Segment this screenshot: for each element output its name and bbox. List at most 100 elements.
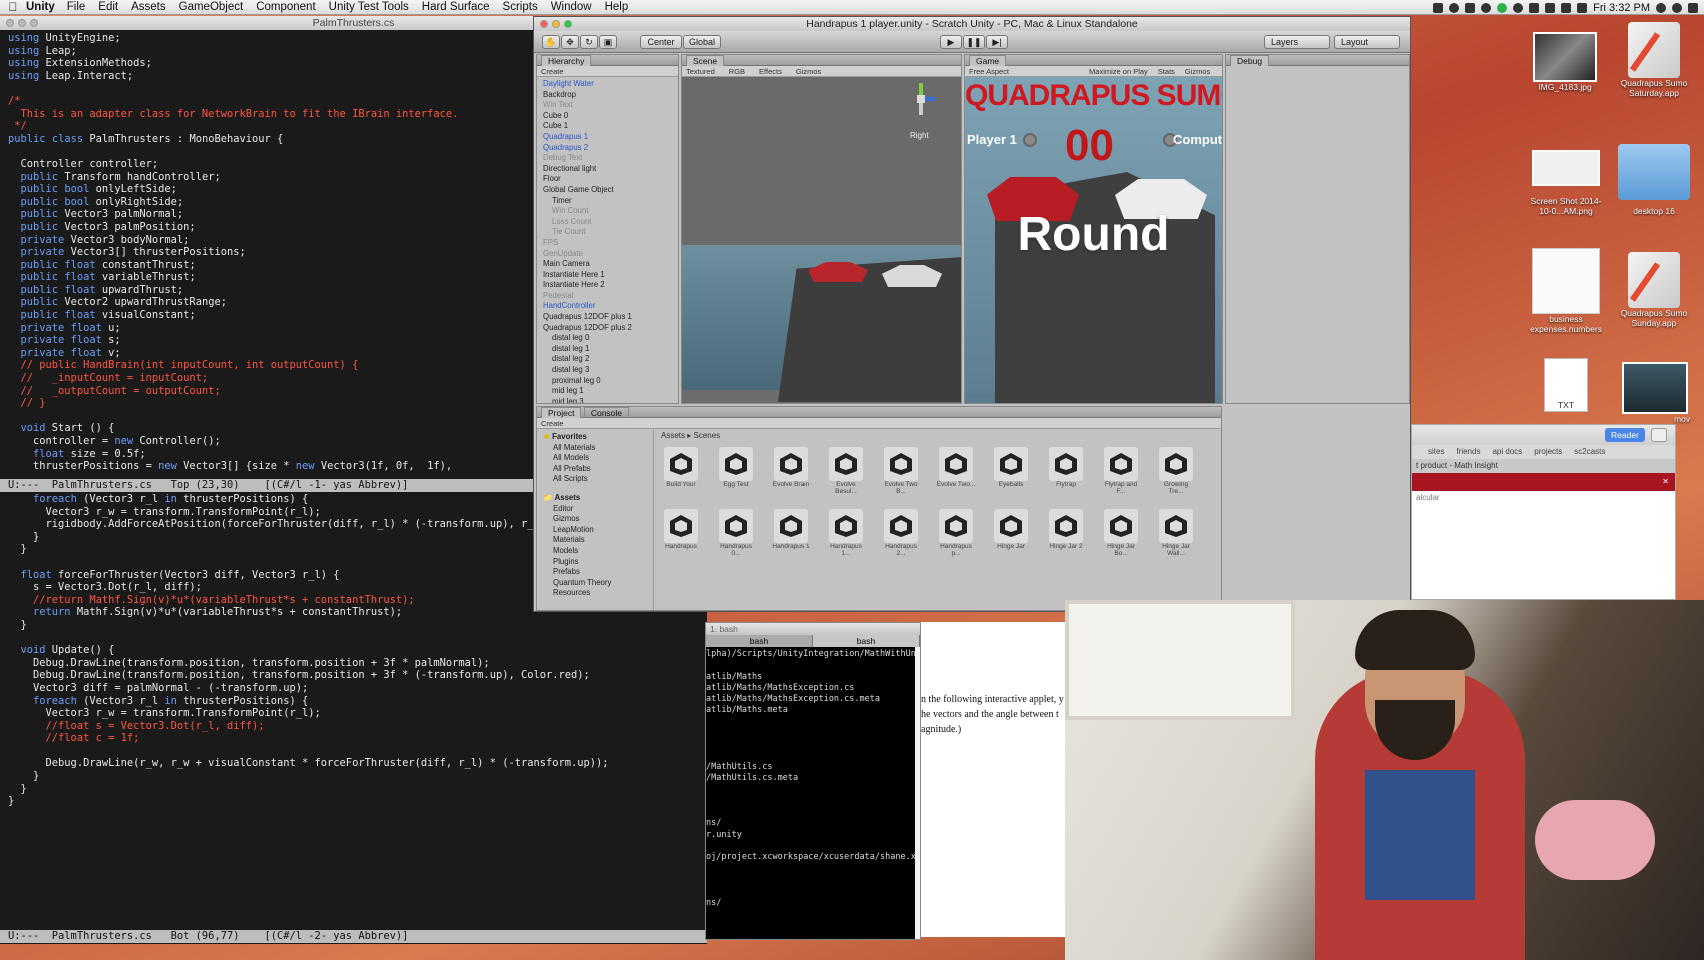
move-tool-icon[interactable]: ✥ — [561, 35, 579, 49]
notification-center-icon[interactable] — [1688, 2, 1698, 13]
scene-gizmo-icon[interactable] — [910, 83, 935, 127]
pivot-center-toggle[interactable]: Center — [640, 35, 682, 49]
scene-effects-dropdown[interactable]: Effects — [759, 66, 782, 76]
breadcrumb-scenes[interactable]: Scenes — [693, 431, 720, 440]
hierarchy-item[interactable]: proximal leg 0 — [543, 376, 678, 387]
favorite-item[interactable]: All Models — [543, 453, 653, 464]
scene-asset-item[interactable]: Evolve Two B... — [881, 447, 921, 495]
evernote-icon[interactable] — [1465, 2, 1476, 13]
reader-button[interactable]: Reader — [1605, 428, 1645, 442]
maximize-on-play-toggle[interactable]: Maximize on Play — [1089, 66, 1148, 76]
spotlight-icon[interactable] — [1672, 2, 1682, 13]
asset-folder-item[interactable]: Prefabs — [543, 567, 653, 578]
desktop-icon-img4183[interactable]: IMG_4183.jpg — [1530, 32, 1600, 92]
apple-icon[interactable]:  — [0, 0, 26, 14]
desktop-icon-mov[interactable]: mov — [1620, 362, 1690, 424]
menu-scripts[interactable]: Scripts — [503, 1, 538, 13]
bookmark-friends[interactable]: friends — [1456, 445, 1480, 459]
battery-icon[interactable] — [1577, 2, 1588, 13]
favorites-header[interactable]: ★ Favorites — [543, 432, 653, 443]
tab-scene[interactable]: Scene — [686, 55, 725, 66]
breadcrumb-assets[interactable]: Assets — [661, 431, 685, 440]
user-icon[interactable] — [1656, 2, 1666, 13]
scene-asset-item[interactable]: Hinge Jar 2 — [1046, 509, 1086, 550]
wifi-icon[interactable] — [1545, 2, 1556, 13]
favorite-item[interactable]: All Prefabs — [543, 464, 653, 475]
tab-project[interactable]: Project — [541, 407, 582, 418]
bookmark-projects[interactable]: projects — [1534, 445, 1562, 459]
zoom-window-icon[interactable] — [564, 20, 572, 28]
asset-folder-item[interactable]: Materials — [543, 535, 653, 546]
hierarchy-item[interactable]: Cube 1 — [543, 121, 678, 132]
hierarchy-item[interactable]: Global Game Object — [543, 185, 678, 196]
terminal-tab-2[interactable]: bash — [813, 635, 920, 647]
desktop-icon-screenshot[interactable]: Screen Shot 2014-10-0...AM.png — [1526, 150, 1606, 216]
minimize-window-icon[interactable] — [552, 20, 560, 28]
share-icon[interactable] — [1651, 428, 1667, 442]
desktop-icon-txt[interactable]: TXT — [1540, 358, 1592, 412]
stats-toggle[interactable]: Stats — [1158, 66, 1175, 76]
terminal-tab-1[interactable]: bash — [706, 635, 813, 647]
scene-asset-item[interactable]: Handrapus 1 — [771, 509, 811, 550]
play-icon[interactable]: ▶ — [940, 35, 962, 49]
asset-folder-item[interactable]: Editor — [543, 504, 653, 515]
close-window-icon[interactable] — [6, 19, 14, 27]
asset-folder-item[interactable]: LeapMotion — [543, 525, 653, 536]
menu-component[interactable]: Component — [256, 1, 315, 13]
menu-unity-test-tools[interactable]: Unity Test Tools — [329, 1, 409, 13]
scene-gizmos-dropdown[interactable]: Gizmos — [796, 66, 821, 76]
scene-asset-item[interactable]: Evolve Brain — [771, 447, 811, 488]
scale-tool-icon[interactable]: ▣ — [599, 35, 617, 49]
scene-asset-item[interactable]: Handrapus — [661, 509, 701, 550]
desktop-icon-quadrapus-saturday[interactable]: Quadrapus Sumo Saturday.app — [1614, 22, 1694, 98]
volume-icon[interactable] — [1561, 2, 1572, 13]
bookmark-sites[interactable]: sites — [1428, 445, 1444, 459]
desktop-icon-desktop16[interactable]: desktop 16 — [1614, 144, 1694, 216]
scene-asset-item[interactable]: Hinge Jar Wall... — [1156, 509, 1196, 557]
scene-asset-item[interactable]: Eyeballs — [991, 447, 1031, 488]
asset-folder-item[interactable]: Plugins — [543, 557, 653, 568]
scene-asset-item[interactable]: Hinge Jar Bo... — [1101, 509, 1141, 557]
hierarchy-item[interactable]: Directional light — [543, 164, 678, 175]
adobe-icon[interactable] — [1433, 2, 1444, 13]
pivot-global-toggle[interactable]: Global — [683, 35, 721, 49]
bookmark-api-docs[interactable]: api docs — [1492, 445, 1522, 459]
status-icon[interactable] — [1497, 2, 1508, 13]
hierarchy-item[interactable]: Pedestal — [543, 291, 678, 302]
hierarchy-item[interactable]: GenUpdate — [543, 249, 678, 260]
asset-folder-item[interactable]: Models — [543, 546, 653, 557]
bookmark-sc2casts[interactable]: sc2casts — [1574, 445, 1605, 459]
close-icon[interactable]: ✕ — [1662, 473, 1669, 491]
menu-help[interactable]: Help — [605, 1, 629, 13]
menu-file[interactable]: File — [67, 1, 86, 13]
menu-edit[interactable]: Edit — [98, 1, 118, 13]
hierarchy-item[interactable]: Quadrapus 1 — [543, 132, 678, 143]
scene-asset-item[interactable]: Evolve Besul... — [826, 447, 866, 495]
desktop-icon-quadrapus-sunday[interactable]: Quadrapus Sumo Sunday.app — [1614, 252, 1694, 328]
tab-game[interactable]: Game — [969, 55, 1007, 66]
hierarchy-item[interactable]: Floor — [543, 174, 678, 185]
menu-hard-surface[interactable]: Hard Surface — [422, 1, 490, 13]
hand-tool-icon[interactable]: ✋ — [542, 35, 560, 49]
menu-window[interactable]: Window — [551, 1, 592, 13]
favorite-item[interactable]: All Materials — [543, 443, 653, 454]
hierarchy-item[interactable]: distal leg 2 — [543, 354, 678, 365]
hierarchy-item[interactable]: Quadrapus 12DOF plus 1 — [543, 312, 678, 323]
browser-tab[interactable]: t product - Math Insight — [1412, 459, 1675, 473]
hierarchy-item[interactable]: Debug Text — [543, 153, 678, 164]
menu-app-name[interactable]: Unity — [26, 1, 55, 13]
hierarchy-item[interactable]: Win Count — [543, 206, 678, 217]
scene-asset-item[interactable]: Evolve Two... — [936, 447, 976, 488]
scene-asset-item[interactable]: Flytrap — [1046, 447, 1086, 488]
dropbox-icon[interactable] — [1449, 2, 1460, 13]
rotate-tool-icon[interactable]: ↻ — [580, 35, 598, 49]
hierarchy-item[interactable]: Cube 0 — [543, 111, 678, 122]
scene-rgb-dropdown[interactable]: RGB — [729, 66, 745, 76]
hierarchy-item[interactable]: HandController — [543, 301, 678, 312]
game-gizmos-dropdown[interactable]: Gizmos — [1185, 66, 1210, 76]
hierarchy-item[interactable]: distal leg 1 — [543, 344, 678, 355]
scene-asset-item[interactable]: Handrapus 2... — [881, 509, 921, 557]
hierarchy-item[interactable]: Daylight Water — [543, 79, 678, 90]
asset-folder-item[interactable]: Gizmos — [543, 514, 653, 525]
tab-console[interactable]: Console — [583, 407, 630, 418]
